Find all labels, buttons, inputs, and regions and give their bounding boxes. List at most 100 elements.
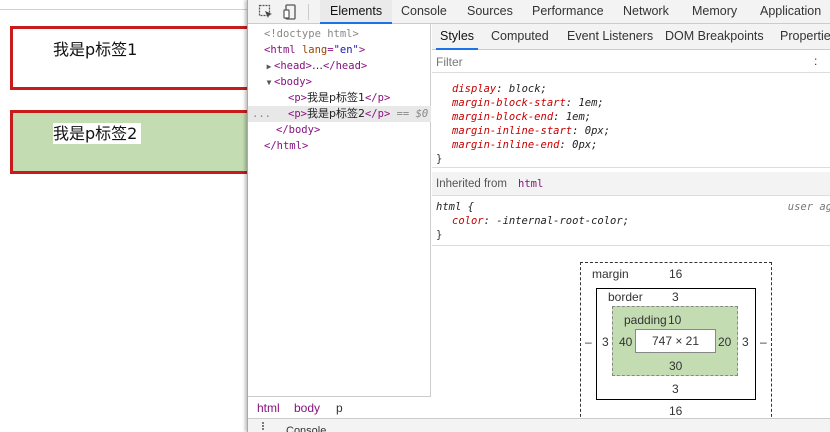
margin-top-value[interactable]: 16 [669, 267, 682, 281]
css-prop-name: margin-block-end [452, 111, 554, 123]
html-attr-name: lang [301, 44, 328, 56]
css-decl-margin-inline-start[interactable]: margin-inline-start: 0px; [452, 124, 610, 138]
breadcrumb-body[interactable]: body [294, 397, 320, 419]
subtab-properties[interactable]: Properties [780, 24, 830, 50]
css-prop-value: -internal-root-color; [496, 215, 630, 227]
css-prop-name: margin-inline-end [452, 139, 560, 151]
dom-node-body[interactable]: ▼ <body> [248, 74, 431, 90]
css-source-label: user agent [787, 201, 830, 213]
inherited-from-element[interactable]: html [518, 172, 543, 196]
drawer-console-label[interactable]: Console [286, 424, 326, 432]
margin-left-value[interactable]: – [585, 335, 592, 349]
css-decl-margin-block-end[interactable]: margin-block-end: 1em; [452, 110, 591, 124]
breadcrumb: html body p [248, 396, 431, 418]
collapse-triangle-icon[interactable]: ▼ [264, 75, 274, 90]
styles-filter-row: : [432, 51, 830, 73]
paragraph-2-highlighted: 我是p标签2 [10, 110, 255, 174]
box-model-diagram: margin 16 16 – – border 3 3 3 3 padding … [580, 262, 772, 418]
padding-bottom-value[interactable]: 30 [669, 359, 682, 373]
subtab-styles[interactable]: Styles [436, 24, 479, 50]
margin-right-value[interactable]: – [760, 335, 767, 349]
styles-pane: Styles Computed Event Listeners DOM Brea… [432, 24, 830, 418]
p1-text-node: 我是p标签1 [306, 91, 365, 104]
css-prop-value: block; [508, 83, 547, 95]
css-decl-margin-inline-end[interactable]: margin-inline-end: 0px; [452, 138, 597, 152]
tab-network[interactable]: Network [623, 0, 669, 24]
inspect-element-icon[interactable] [256, 2, 276, 22]
inherited-from-header: Inherited from html [432, 172, 830, 196]
tab-elements[interactable]: Elements [320, 0, 393, 24]
page-viewport: 我是p标签1 我是p标签2 [0, 0, 255, 432]
body-tag-open: body [280, 76, 306, 88]
css-prop-name: margin-block-start [452, 97, 566, 109]
box-model-content-size[interactable]: 747 × 21 [635, 329, 716, 353]
padding-top-value[interactable]: 10 [668, 313, 681, 327]
padding-left-value[interactable]: 40 [619, 335, 632, 349]
drawer-menu-icon[interactable] [261, 421, 265, 431]
devtools-panel: Elements Console Sources Performance Net… [247, 0, 830, 432]
subtab-dom-breakpoints[interactable]: DOM Breakpoints [665, 24, 764, 50]
css-decl-color[interactable]: color: -internal-root-color; [452, 214, 629, 228]
html-tag-name: html [270, 44, 296, 56]
console-drawer[interactable]: Console [248, 418, 830, 432]
html-tag-close: html [276, 140, 302, 152]
styles-subtabs: Styles Computed Event Listeners DOM Brea… [432, 24, 830, 50]
dom-node-body-close[interactable]: </body> [248, 122, 431, 138]
selected-node-marker: == $0 [396, 108, 429, 120]
tab-sources[interactable]: Sources [467, 0, 513, 24]
padding-label: padding [624, 313, 667, 327]
page-top-divider [0, 9, 247, 10]
head-tag-close: head [335, 60, 361, 72]
css-prop-value: 0px; [572, 139, 598, 151]
head-ellipsis: … [311, 59, 323, 72]
paragraph-1-text: 我是p标签1 [53, 40, 138, 59]
dom-node-head[interactable]: ▶ <head>…</head> [248, 58, 431, 74]
border-right-value[interactable]: 3 [742, 335, 749, 349]
tab-memory[interactable]: Memory [692, 0, 737, 24]
body-tag-close: body [288, 124, 314, 136]
css-prop-name: display [452, 83, 497, 95]
css-decl-margin-block-start[interactable]: margin-block-start: 1em; [452, 96, 604, 110]
head-tag-open: head [280, 60, 306, 72]
dom-node-p2-selected[interactable]: ... <p>我是p标签2</p> == $0 [248, 106, 431, 122]
breadcrumb-html[interactable]: html [257, 397, 280, 419]
dom-node-p1[interactable]: <p>我是p标签1</p> [248, 90, 431, 106]
toolbar-separator [308, 4, 309, 20]
tab-performance[interactable]: Performance [532, 0, 604, 24]
inherited-label: Inherited from [436, 178, 507, 190]
css-decl-display[interactable]: display: block; [452, 82, 547, 96]
border-bottom-value[interactable]: 3 [672, 382, 679, 396]
css-selector-html[interactable]: html { [436, 200, 474, 214]
css-prop-value: 0px; [584, 125, 611, 137]
tab-console[interactable]: Console [401, 0, 447, 24]
css-prop-name: margin-inline-start [452, 125, 573, 137]
devtools-toolbar: Elements Console Sources Performance Net… [248, 0, 830, 24]
margin-label: margin [592, 267, 629, 281]
paragraph-2-text: 我是p标签2 [53, 123, 142, 144]
breadcrumb-p[interactable]: p [336, 397, 343, 419]
expand-triangle-icon[interactable]: ▶ [264, 59, 274, 74]
css-prop-value: 1em; [565, 111, 592, 123]
css-rule-p: display: block; margin-block-start: 1em;… [432, 74, 830, 168]
subtab-event-listeners[interactable]: Event Listeners [567, 24, 653, 50]
dom-node-html-close[interactable]: </html> [248, 138, 431, 154]
html-attr-value: "en" [333, 44, 359, 56]
p2-text-node: 我是p标签2 [306, 107, 365, 120]
css-rule-close-brace: } [436, 229, 443, 241]
padding-right-value[interactable]: 20 [718, 335, 731, 349]
pseudo-state-toggle[interactable]: : [814, 54, 817, 68]
border-left-value[interactable]: 3 [602, 335, 609, 349]
row-actions-icon[interactable]: ... [252, 106, 288, 122]
device-toolbar-icon[interactable] [281, 2, 301, 22]
styles-filter-input[interactable] [436, 54, 806, 70]
doctype-text: <!doctype html> [264, 28, 359, 40]
dom-node-doctype[interactable]: <!doctype html> [248, 26, 431, 42]
css-prop-name: color [452, 215, 484, 227]
subtab-computed[interactable]: Computed [491, 24, 549, 50]
dom-tree: <!doctype html> <html lang="en"> ▶ <head>… [248, 24, 431, 396]
dom-node-html[interactable]: <html lang="en"> [248, 42, 431, 58]
margin-bottom-value[interactable]: 16 [669, 404, 682, 418]
paragraph-1: 我是p标签1 [10, 26, 255, 90]
tab-application[interactable]: Application [760, 0, 821, 24]
border-top-value[interactable]: 3 [672, 290, 679, 304]
